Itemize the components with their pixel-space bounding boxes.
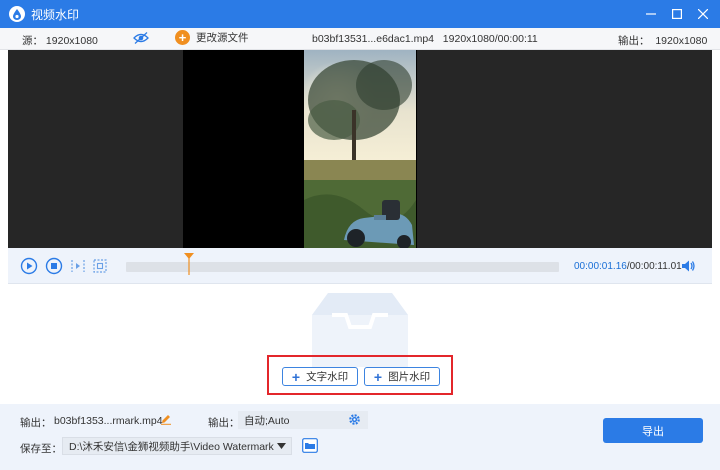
time-display: 00:00:01.16/00:00:11.01	[574, 261, 682, 272]
add-text-watermark-button[interactable]: + 文字水印	[282, 367, 358, 386]
frame-step-button[interactable]	[69, 257, 87, 275]
window-title: 视频水印	[31, 7, 80, 22]
window-controls	[638, 0, 716, 28]
maximize-icon	[672, 9, 682, 19]
file-name: b03bf13531...e6dac1.mp4	[312, 33, 435, 45]
output-label: 输出：	[618, 35, 650, 47]
plus-icon: +	[291, 368, 301, 385]
title-bar: 视频水印	[0, 0, 720, 28]
video-preview	[8, 50, 712, 248]
save-path-select[interactable]: D:\沐禾安信\金狮视频助手\Video Watermark	[62, 437, 292, 455]
change-source-label: 更改源文件	[196, 32, 249, 44]
save-to-label: 保存至：	[20, 443, 62, 455]
output-res: 1920x1080	[655, 35, 708, 47]
chevron-down-icon[interactable]	[277, 442, 286, 450]
file-info: b03bf13531...e6dac1.mp4 1920x1080/00:00:…	[312, 33, 538, 45]
minimize-icon	[646, 13, 656, 15]
change-source-button[interactable]: + 更改源文件	[175, 30, 249, 45]
total-time: /00:00:11.01	[626, 261, 682, 272]
open-folder-icon[interactable]	[302, 438, 318, 453]
info-bar: 源： 1920x1080 + 更改源文件 b03bf13531...e6dac1…	[0, 28, 720, 50]
source-resolution: 源： 1920x1080	[22, 33, 98, 48]
output-file-name: b03bf1353...rmark.mp4	[54, 415, 163, 427]
save-path-value: D:\沐禾安信\金狮视频助手\Video Watermark	[69, 440, 274, 453]
playhead-handle[interactable]	[183, 253, 194, 275]
export-label: 导出	[642, 425, 664, 438]
add-image-watermark-button[interactable]: + 图片水印	[364, 367, 440, 386]
output-format-value: 自动;Auto	[244, 414, 290, 427]
close-button[interactable]	[690, 0, 716, 28]
stop-button[interactable]	[45, 257, 63, 275]
eye-icon[interactable]	[133, 31, 149, 48]
minimize-button[interactable]	[638, 0, 664, 28]
text-watermark-label: 文字水印	[306, 371, 349, 383]
output-resolution: 输出： 1920x1080	[618, 33, 707, 48]
play-button[interactable]	[20, 257, 38, 275]
maximize-button[interactable]	[664, 0, 690, 28]
plus-icon: +	[373, 368, 383, 385]
export-button[interactable]: 导出	[603, 418, 703, 443]
output-file-label: 输出：	[20, 417, 52, 429]
add-icon: +	[175, 30, 190, 45]
file-res-duration: 1920x1080/00:00:11	[442, 33, 538, 45]
current-time: 00:00:01.16	[574, 261, 627, 272]
playback-controls: 00:00:01.16/00:00:11.01	[8, 248, 712, 284]
volume-icon[interactable]	[680, 258, 696, 274]
app-logo-icon	[9, 6, 25, 22]
close-icon	[698, 9, 708, 19]
video-frame	[304, 50, 416, 248]
settings-gear-icon[interactable]	[348, 413, 361, 426]
snapshot-button[interactable]	[91, 257, 109, 275]
image-watermark-label: 图片水印	[388, 371, 431, 383]
source-label: 源：	[22, 35, 43, 47]
output-format-label: 输出：	[208, 417, 240, 429]
edit-icon[interactable]	[160, 413, 172, 425]
source-res: 1920x1080	[45, 35, 98, 47]
